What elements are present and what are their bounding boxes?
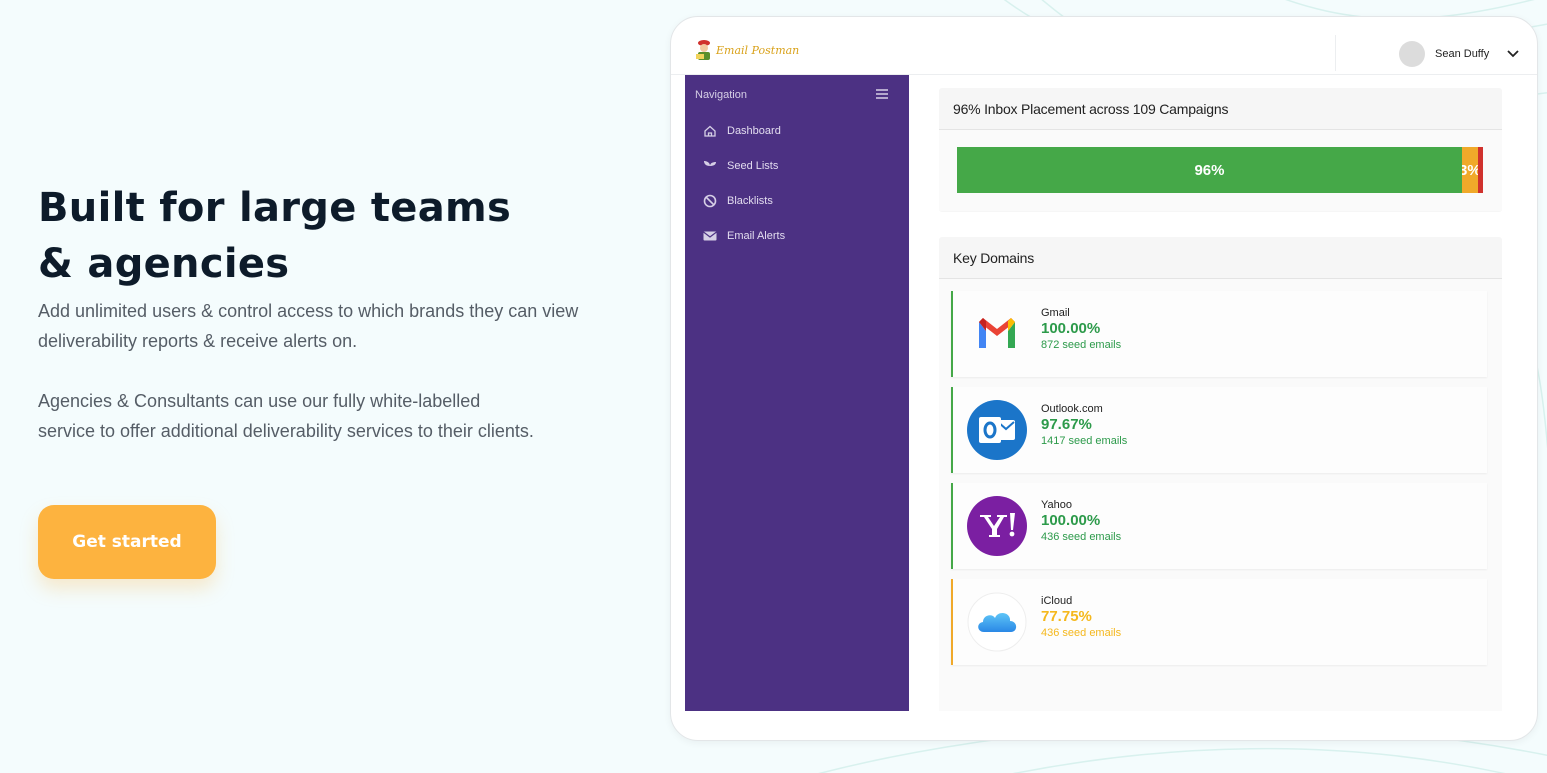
logo-text: Email Postman <box>716 43 800 57</box>
home-icon <box>704 125 716 137</box>
domain-name: Gmail <box>1041 307 1070 319</box>
sidebar-item-label: Dashboard <box>727 125 781 137</box>
hero-paragraph-users: Add unlimited users & control access to … <box>38 301 579 351</box>
placement-segment-1: 3% <box>1461 147 1478 193</box>
sidebar-item-seed-lists[interactable]: Seed Lists <box>703 159 778 173</box>
domain-card-outlook[interactable]: Outlook.com 97.67% 1417 seed emails <box>951 387 1487 473</box>
envelope-icon <box>703 231 717 241</box>
sidebar-item-label: Seed Lists <box>727 160 779 172</box>
domain-name: Outlook.com <box>1041 403 1103 415</box>
sidebar: Navigation Dashboard Seed Lists Blacklis… <box>685 75 909 711</box>
hero-title-line1: Built for large teams <box>38 185 512 231</box>
domain-percent: 97.67% <box>1041 416 1092 433</box>
inbox-placement-body: 96%3% <box>939 130 1502 211</box>
hero-title-line2: & agencies <box>38 241 290 287</box>
app-mockup: Email Postman Sean Duffy Navigation Dash… <box>670 16 1538 741</box>
icloud-icon <box>967 592 1027 652</box>
hero-paragraph-agencies: Agencies & Consultants can use our fully… <box>38 391 534 441</box>
user-menu[interactable]: Sean Duffy <box>1399 41 1519 67</box>
get-started-button[interactable]: Get started <box>38 505 216 579</box>
hero-section: Built for large teams & agencies Add unl… <box>38 180 598 446</box>
hamburger-icon[interactable] <box>876 89 888 99</box>
domain-card-yahoo[interactable]: Yahoo 100.00% 436 seed emails <box>951 483 1487 569</box>
sidebar-item-dashboard[interactable]: Dashboard <box>703 124 781 138</box>
placement-segment-0: 96% <box>957 147 1462 193</box>
ban-icon <box>703 194 717 208</box>
sidebar-item-label: Blacklists <box>727 195 773 207</box>
sidebar-item-blacklists[interactable]: Blacklists <box>703 194 773 208</box>
domain-percent: 100.00% <box>1041 512 1101 529</box>
domain-seeds: 872 seed emails <box>1041 339 1122 351</box>
dashboard-content: 96% Inbox Placement across 109 Campaigns… <box>939 75 1502 711</box>
inbox-placement-title: 96% Inbox Placement across 109 Campaigns <box>939 88 1502 130</box>
domain-card-icloud[interactable]: iCloud 77.75% 436 seed emails <box>951 579 1487 665</box>
domain-percent: 100.00% <box>1041 320 1101 337</box>
inbox-placement-bar: 96%3% <box>957 147 1483 193</box>
domain-seeds: 1417 seed emails <box>1041 435 1128 447</box>
hero-title: Built for large teams & agencies <box>38 180 598 292</box>
key-domains-title: Key Domains <box>939 237 1502 279</box>
topbar-divider <box>1335 35 1336 71</box>
outlook-icon <box>967 400 1027 460</box>
avatar <box>1399 41 1425 67</box>
app-logo[interactable]: Email Postman <box>695 39 799 61</box>
domain-seeds: 436 seed emails <box>1041 627 1122 639</box>
chevron-down-icon <box>1507 50 1519 58</box>
domain-card-gmail[interactable]: Gmail 100.00% 872 seed emails <box>951 291 1487 377</box>
yahoo-icon <box>967 496 1027 556</box>
domain-name: Yahoo <box>1041 499 1072 511</box>
key-domains-card: Key Domains Gmail 100.00% 872 seed email… <box>939 237 1502 711</box>
key-domains-body: Gmail 100.00% 872 seed emails Outlook.co… <box>939 279 1502 711</box>
domain-seeds: 436 seed emails <box>1041 531 1122 543</box>
seedling-icon <box>704 161 716 172</box>
sidebar-item-email-alerts[interactable]: Email Alerts <box>703 229 785 243</box>
nav-heading: Navigation <box>695 89 747 101</box>
domain-name: iCloud <box>1041 595 1073 607</box>
postman-mascot-icon <box>696 40 710 60</box>
sidebar-item-label: Email Alerts <box>727 230 786 242</box>
placement-segment-2 <box>1477 147 1483 193</box>
gmail-icon <box>979 318 1015 348</box>
domain-percent: 77.75% <box>1041 608 1092 625</box>
app-topbar: Email Postman Sean Duffy <box>671 17 1537 75</box>
inbox-placement-card: 96% Inbox Placement across 109 Campaigns… <box>939 88 1502 212</box>
user-name: Sean Duffy <box>1435 48 1490 60</box>
